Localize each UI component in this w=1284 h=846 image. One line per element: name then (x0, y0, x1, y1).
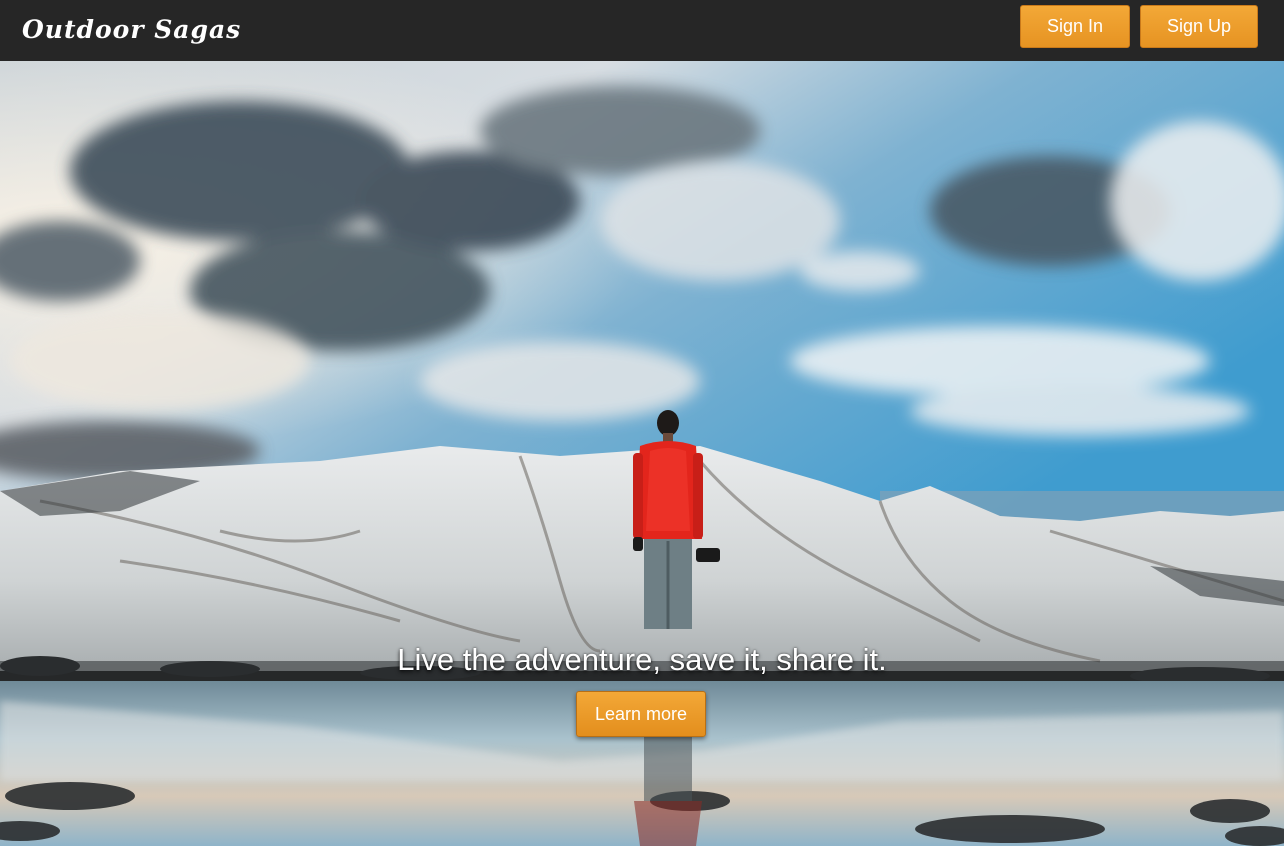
top-navbar: Outdoor Sagas Sign In Sign Up (0, 0, 1284, 61)
brand-logo[interactable]: Outdoor Sagas (22, 12, 241, 48)
hero-section: Live the adventure, save it, share it. L… (0, 61, 1284, 846)
sign-in-button[interactable]: Sign In (1020, 5, 1130, 48)
hero-tagline: Live the adventure, save it, share it. (397, 642, 887, 677)
learn-more-button[interactable]: Learn more (576, 691, 706, 737)
sign-up-button[interactable]: Sign Up (1140, 5, 1258, 48)
